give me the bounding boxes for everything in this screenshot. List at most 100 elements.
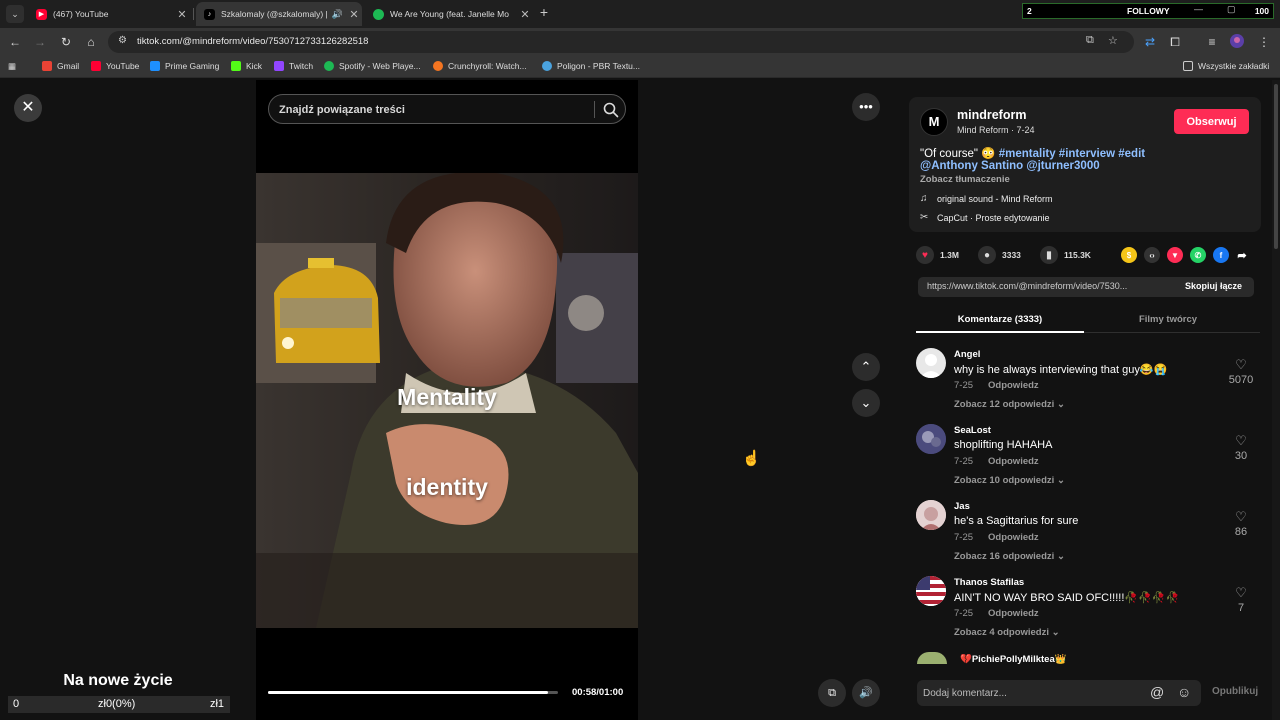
embed-code-icon[interactable]: ‹› [1144, 247, 1160, 263]
comment-author[interactable]: Jas [954, 501, 970, 512]
media-playlist-icon[interactable]: ≡ [1204, 34, 1220, 50]
reply-button[interactable]: Odpowiedz [988, 380, 1039, 391]
comment-like-button[interactable]: ♡ 86 [1226, 510, 1256, 538]
video-progress-bar[interactable] [268, 691, 558, 694]
close-tab-icon[interactable]: ✕ [346, 8, 362, 21]
more-vertical-icon[interactable]: ⋮ [1256, 34, 1272, 50]
comment-like-button[interactable]: ♡ 7 [1226, 586, 1256, 614]
comments-scrollbar[interactable] [1272, 80, 1280, 720]
bookmark-prime-gaming[interactable]: Prime Gaming [150, 61, 219, 71]
publish-button[interactable]: Opublikuj [1212, 686, 1258, 697]
minimize-icon[interactable]: — [1194, 4, 1203, 14]
next-video-chevron-down-icon[interactable]: ⌄ [852, 389, 880, 417]
home-icon[interactable]: ⌂ [83, 34, 99, 50]
close-tab-icon[interactable]: ✕ [517, 8, 533, 21]
tab-tiktok[interactable]: ♪ Szkalomaly (@szkalomaly) | 🔊 ✕ [196, 2, 362, 26]
comment-author[interactable]: Angel [954, 349, 980, 360]
stream-goal-bar: 0 zł0(0%) zł1 [8, 696, 230, 713]
address-bar[interactable]: ⚙ tiktok.com/@mindreform/video/753071273… [108, 31, 1134, 53]
capcut-link[interactable]: ✂ CapCut · Proste edytowanie [920, 212, 1050, 223]
speaker-icon[interactable]: 🔊 [332, 9, 343, 20]
close-tab-icon[interactable]: ✕ [174, 8, 190, 21]
comment-button[interactable]: ● 3333 [978, 246, 1021, 264]
mention-at-icon[interactable]: @ [1150, 684, 1164, 700]
reply-button[interactable]: Odpowiedz [988, 456, 1039, 467]
bookmark-kick[interactable]: Kick [231, 61, 262, 71]
avatar[interactable] [916, 576, 946, 606]
view-replies-link[interactable]: Zobacz 16 odpowiedzi ⌄ [954, 551, 1065, 562]
bookmark-star-icon[interactable]: ☆ [1108, 34, 1118, 47]
bookmark-youtube[interactable]: YouTube [91, 61, 139, 71]
extensions-puzzle-icon[interactable]: ⧠ [1167, 34, 1183, 50]
see-translation-link[interactable]: Zobacz tłumaczenie [920, 174, 1010, 185]
bookmark-poligon[interactable]: Poligon - PBR Textu... [542, 61, 640, 71]
related-search-box[interactable] [268, 94, 626, 124]
tab-spotify[interactable]: We Are Young (feat. Janelle Mo ✕ [365, 2, 533, 26]
bookmark-twitch[interactable]: Twitch [274, 61, 313, 71]
comment-like-button[interactable]: ♡ 5070 [1226, 358, 1256, 386]
previous-video-chevron-up-icon[interactable]: ⌃ [852, 353, 880, 381]
whatsapp-icon[interactable]: ✆ [1190, 247, 1206, 263]
comment-author[interactable]: SeaLost [954, 425, 991, 436]
all-bookmarks-folder[interactable]: Wszystkie zakładki [1183, 61, 1269, 71]
bookmark-gmail[interactable]: Gmail [42, 61, 79, 71]
avatar[interactable] [916, 424, 946, 454]
video-frame[interactable]: Mentality identity [256, 173, 638, 628]
view-replies-link[interactable]: Zobacz 4 odpowiedzi ⌄ [954, 627, 1060, 638]
related-search-input[interactable] [279, 101, 579, 119]
reply-button[interactable]: Odpowiedz [988, 532, 1039, 543]
comment-author[interactable]: Thanos Stafilas [954, 577, 1024, 588]
extension-translate-icon[interactable]: ⇄ [1142, 34, 1158, 50]
view-replies-link[interactable]: Zobacz 10 odpowiedzi ⌄ [954, 475, 1065, 486]
install-app-icon[interactable]: ⧉ [1086, 34, 1094, 47]
bookmark-crunchyroll[interactable]: Crunchyroll: Watch... [433, 61, 527, 71]
tiktok-icon: ♪ [204, 8, 215, 20]
comment-author[interactable]: 💔PichiePollyMilktea👑 [960, 654, 1067, 665]
caption-mentality: Mentality [397, 384, 497, 410]
share-arrow-icon[interactable]: ➦ [1234, 247, 1250, 263]
avatar[interactable] [916, 348, 946, 378]
emoji-icon[interactable]: ☺ [1177, 684, 1191, 700]
facebook-icon[interactable]: f [1213, 247, 1229, 263]
profile-avatar-icon[interactable] [1229, 34, 1245, 50]
back-arrow-icon[interactable]: ← [7, 34, 23, 50]
volume-icon[interactable]: 🔊 [852, 679, 880, 707]
author-username[interactable]: mindreform [957, 108, 1026, 122]
sound-link[interactable]: ♫ original sound - Mind Reform [920, 193, 1053, 204]
close-video-button[interactable]: ✕ [14, 94, 42, 122]
author-avatar[interactable]: M [920, 108, 948, 136]
share-link-text[interactable]: https://www.tiktok.com/@mindreform/video… [927, 281, 1127, 291]
tab-youtube[interactable]: ▶ (467) YouTube ✕ [28, 2, 190, 26]
search-icon[interactable] [602, 101, 620, 119]
tab-search-chevron-icon[interactable]: ⌄ [6, 5, 24, 23]
like-button[interactable]: ♥ 1.3M [916, 246, 959, 264]
coin-gift-icon[interactable]: $ [1121, 247, 1137, 263]
view-replies-link[interactable]: Zobacz 12 odpowiedzi ⌄ [954, 399, 1065, 410]
comment-like-button[interactable]: ♡ 30 [1226, 434, 1256, 462]
copy-link-button[interactable]: Skopiuj łącze [1185, 281, 1242, 291]
forward-arrow-icon[interactable]: → [32, 34, 48, 50]
post-hashtags[interactable]: #mentality #interview #edit [999, 148, 1145, 160]
url-text[interactable]: tiktok.com/@mindreform/video/75307127331… [137, 36, 368, 47]
author-nickname-date: Mind Reform · 7-24 [957, 125, 1035, 135]
maximize-icon[interactable]: ▢ [1227, 4, 1236, 15]
comment-input[interactable] [923, 685, 1143, 701]
save-button[interactable]: ▮ 115.3K [1040, 246, 1091, 264]
apps-grid-icon[interactable]: ▦ [8, 61, 16, 72]
post-mentions[interactable]: @Anthony Santino @jturner3000 [920, 160, 1100, 172]
bookmark-spotify[interactable]: Spotify - Web Playe... [324, 61, 421, 71]
follow-button[interactable]: Obserwuj [1174, 109, 1249, 134]
avatar[interactable] [916, 500, 946, 530]
new-tab-plus-icon[interactable]: + [537, 4, 551, 20]
repost-icon[interactable]: ▼ [1167, 247, 1183, 263]
reply-button[interactable]: Odpowiedz [988, 608, 1039, 619]
active-tab-indicator [916, 331, 1084, 333]
float-player-icon[interactable]: ⧉ [818, 679, 846, 707]
prime-gaming-icon [150, 61, 160, 71]
tab-comments[interactable]: Komentarze (3333) [916, 314, 1084, 325]
tab-creator-videos[interactable]: Filmy twórcy [1084, 314, 1252, 325]
avatar[interactable] [917, 652, 947, 664]
more-options-icon[interactable]: ••• [852, 93, 880, 121]
site-info-icon[interactable]: ⚙ [118, 35, 127, 46]
reload-icon[interactable]: ↻ [58, 34, 74, 50]
